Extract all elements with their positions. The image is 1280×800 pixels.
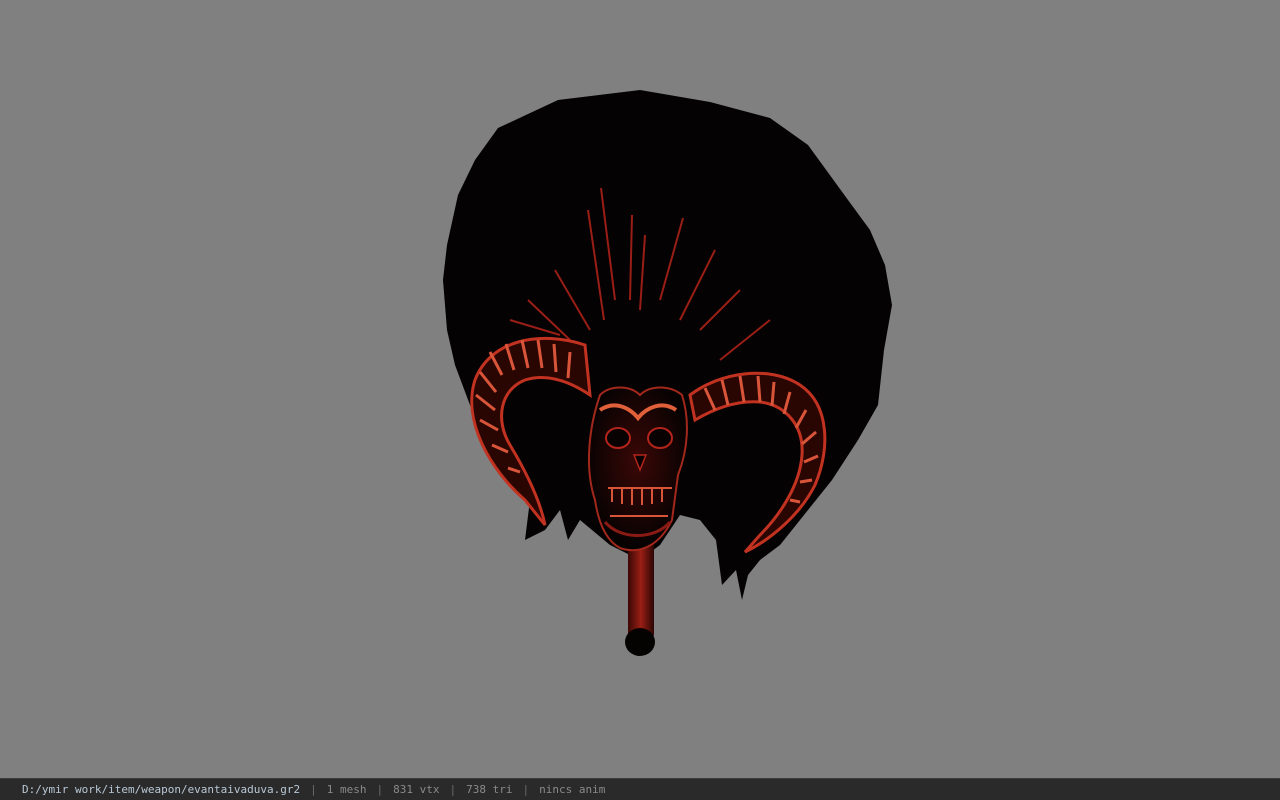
status-bar: D:/ymir work/item/weapon/evantaivaduva.g… <box>0 778 1280 800</box>
triangle-count: 738 tri <box>466 783 513 796</box>
file-path: D:/ymir work/item/weapon/evantaivaduva.g… <box>22 783 301 796</box>
animation-status: nincs anim <box>539 783 606 796</box>
weapon-model <box>443 90 892 656</box>
vertex-count: 831 vtx <box>393 783 440 796</box>
separator: | <box>449 783 457 796</box>
separator: | <box>522 783 530 796</box>
separator: | <box>310 783 317 796</box>
3d-viewport[interactable] <box>0 0 1280 778</box>
handle-cap <box>625 628 655 656</box>
mesh-count: 1 mesh <box>326 783 367 796</box>
separator: | <box>376 783 384 796</box>
